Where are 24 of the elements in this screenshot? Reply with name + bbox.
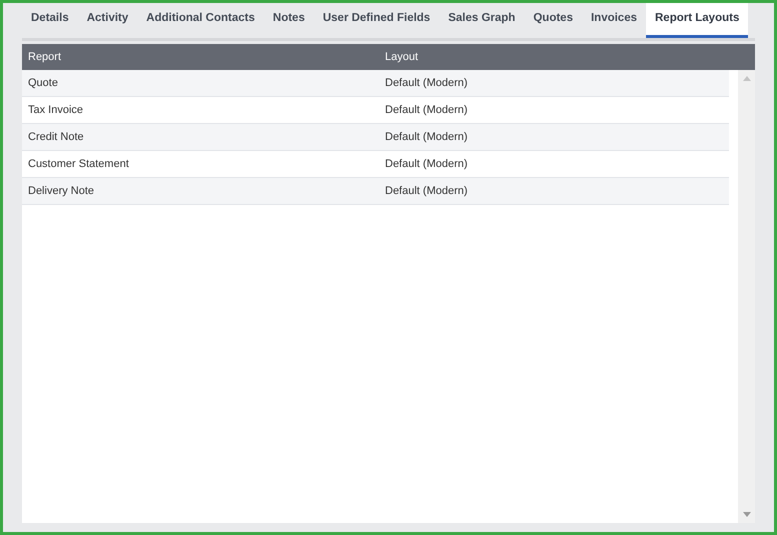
table-cell-text: Default (Modern) (384, 130, 469, 145)
table-cell-text: Default (Modern) (384, 102, 469, 118)
scroll-down-icon[interactable] (742, 512, 750, 517)
table-cell-text: Default (Modern) (384, 184, 469, 199)
tab[interactable]: Report Layouts (646, 3, 748, 38)
tab[interactable]: User Defined Fields (314, 3, 440, 38)
tab[interactable]: Invoices (582, 3, 646, 38)
table-cell-text: Credit Note (27, 130, 85, 145)
table-cell-text: Delivery Note (27, 184, 96, 199)
table-cell-text: Customer Statement (27, 156, 130, 172)
tab[interactable]: Sales Graph (439, 3, 524, 38)
scroll-up-icon[interactable] (742, 76, 750, 81)
table-cell-text: Default (Modern) (384, 76, 469, 91)
tab[interactable]: Quotes (524, 3, 582, 38)
tab[interactable]: Additional Contacts (137, 3, 264, 38)
table-cell-text: Default (Modern) (384, 156, 469, 172)
table-cell-text: Quote (27, 76, 59, 91)
tab[interactable]: Activity (78, 3, 138, 38)
tab[interactable]: Notes (264, 3, 314, 38)
tab[interactable]: Details (22, 3, 78, 38)
scrollbar[interactable] (738, 70, 755, 523)
column-header[interactable]: Report (22, 48, 379, 66)
table-cell-text: Tax Invoice (27, 102, 84, 118)
column-header[interactable]: Layout (379, 48, 755, 66)
